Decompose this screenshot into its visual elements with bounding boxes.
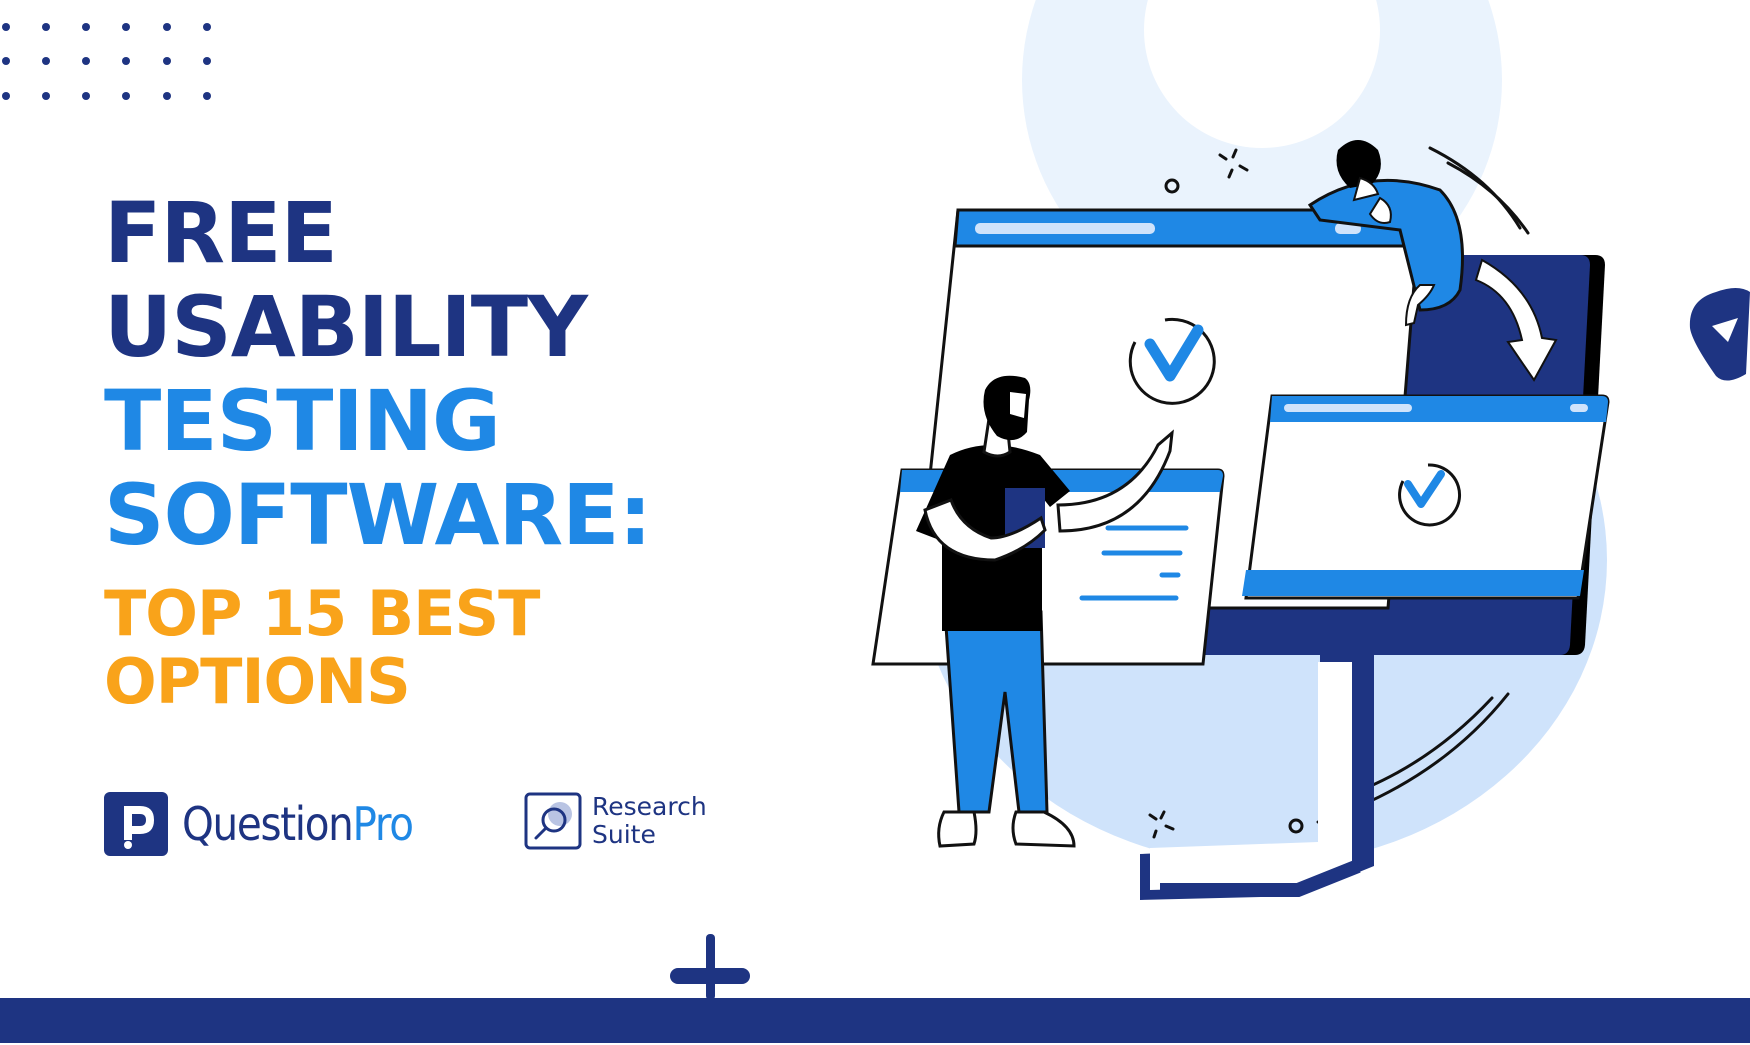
questionpro-word-accent: Pro xyxy=(352,797,415,851)
light-blob xyxy=(917,255,1607,865)
subheadline: TOP 15 BEST OPTIONS xyxy=(104,577,540,718)
pale-ring xyxy=(1022,0,1502,320)
ring-hole xyxy=(1144,0,1380,148)
headline-line-4: SOFTWARE: xyxy=(104,466,652,564)
plus-icon xyxy=(670,934,750,1000)
standing-person xyxy=(916,375,1174,848)
questionpro-wordmark: QuestionPro xyxy=(182,797,415,851)
dot-grid-decoration xyxy=(2,23,211,100)
leaning-person xyxy=(1307,140,1464,327)
headline-line-2: USABILITY xyxy=(104,278,588,376)
headline: FREE USABILITY TESTING SOFTWARE: xyxy=(104,184,652,564)
research-suite-wordmark: Research Suite xyxy=(592,793,707,849)
subheadline-line-1: TOP 15 BEST xyxy=(104,577,540,650)
curved-arrow-down-icon xyxy=(1474,258,1558,382)
questionpro-word-main: Question xyxy=(182,797,354,851)
background-shapes xyxy=(917,0,1607,865)
checkmark-icon xyxy=(1144,324,1204,382)
document-window xyxy=(871,468,1225,666)
footer-bar xyxy=(0,998,1750,1043)
large-window xyxy=(914,208,1430,610)
play-triangle-icon xyxy=(1689,288,1750,381)
headline-line-3: TESTING xyxy=(104,372,501,470)
headline-line-1: FREE xyxy=(104,184,338,282)
monitor xyxy=(1105,255,1605,900)
small-window xyxy=(1242,394,1610,600)
research-suite-logo: Research Suite xyxy=(524,792,707,850)
research-suite-line-1: Research xyxy=(592,792,707,821)
sparkle-decorations xyxy=(1148,146,1530,839)
research-suite-line-2: Suite xyxy=(592,820,656,849)
questionpro-p-icon xyxy=(124,806,154,849)
subheadline-line-2: OPTIONS xyxy=(104,645,411,718)
questionpro-logo: QuestionPro xyxy=(104,792,444,856)
magnifier-icon xyxy=(524,792,582,850)
questionpro-logo-mark xyxy=(104,792,168,856)
